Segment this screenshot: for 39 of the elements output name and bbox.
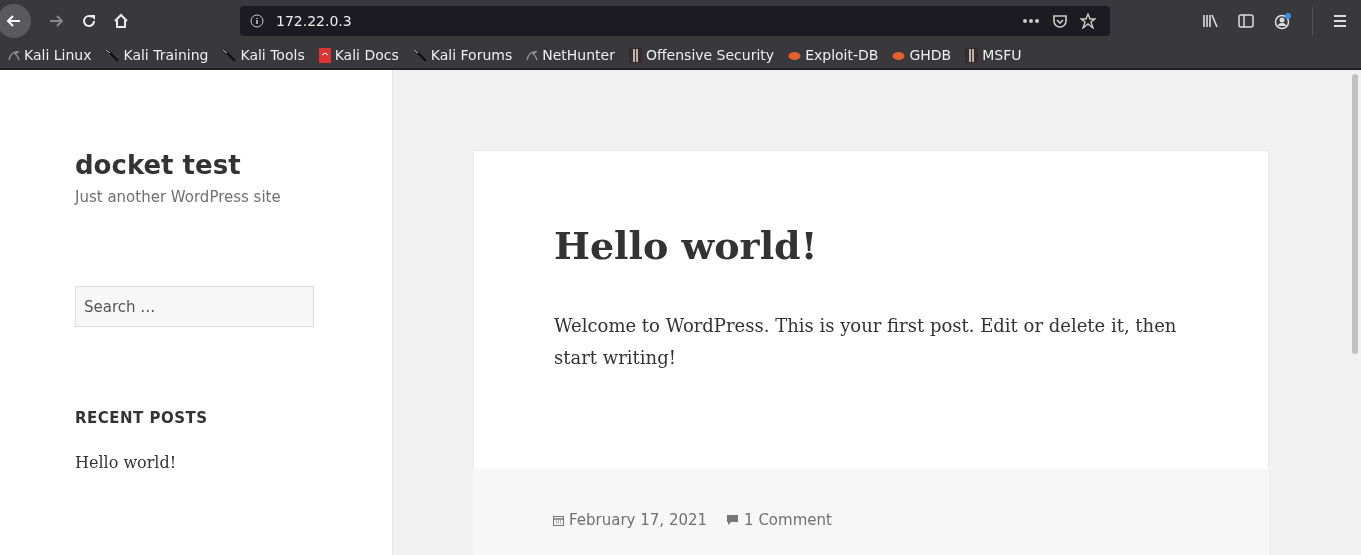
bookmark-link[interactable]: NetHunter	[526, 47, 615, 63]
star-icon[interactable]	[1080, 13, 1096, 29]
search-field[interactable]: Search …	[75, 286, 314, 327]
calendar-icon	[553, 514, 565, 526]
site-tagline: Just another WordPress site	[75, 188, 281, 206]
sidebar-icon[interactable]	[1238, 14, 1254, 28]
post-date-link[interactable]: February 17, 2021	[569, 511, 708, 529]
reload-icon[interactable]	[81, 13, 97, 29]
bookmark-link[interactable]: Exploit-DB	[788, 47, 879, 63]
scrollbar[interactable]	[1349, 70, 1361, 555]
post-text: Welcome to WordPress. This is your first post. Edit or delete it, then start writing!	[554, 314, 1178, 370]
bookmark-link[interactable]: Kali Tools	[222, 47, 305, 63]
back-button[interactable]	[0, 4, 31, 38]
blade-icon	[105, 48, 120, 62]
blade-icon	[412, 48, 427, 62]
pocket-icon[interactable]	[1052, 13, 1068, 29]
bookmark-link[interactable]: MSFU	[965, 47, 1022, 63]
document-icon	[318, 47, 331, 63]
bookmark-link[interactable]: Kali Training	[105, 47, 209, 63]
bookmark-link[interactable]: Kali Docs	[318, 47, 399, 63]
blade-icon	[222, 48, 237, 62]
more-icon[interactable]	[1022, 18, 1040, 24]
library-icon[interactable]	[1202, 14, 1218, 28]
bookmark-link[interactable]: GHDB	[892, 47, 952, 63]
menu-icon[interactable]	[1333, 15, 1347, 27]
site-title[interactable]: docket test	[75, 150, 241, 180]
widget-heading: RECENT POSTS	[75, 409, 208, 427]
post-title[interactable]: Hello world!	[554, 223, 1189, 268]
bookmark-link[interactable]: Kali Forums	[412, 47, 513, 63]
bookmark-link[interactable]: Offensive Security	[628, 47, 775, 63]
address-bar[interactable]: 172.22.0.3	[240, 6, 1110, 36]
url-text: 172.22.0.3	[276, 13, 352, 29]
bookmark-link[interactable]: Kali Linux	[8, 47, 92, 63]
recent-post-link[interactable]: Hello world!	[75, 453, 177, 472]
account-icon[interactable]	[1274, 12, 1292, 30]
comment-icon	[726, 514, 740, 526]
comments-link[interactable]: 1 Comment	[744, 511, 832, 529]
info-icon	[250, 14, 264, 28]
home-icon[interactable]	[113, 13, 129, 29]
